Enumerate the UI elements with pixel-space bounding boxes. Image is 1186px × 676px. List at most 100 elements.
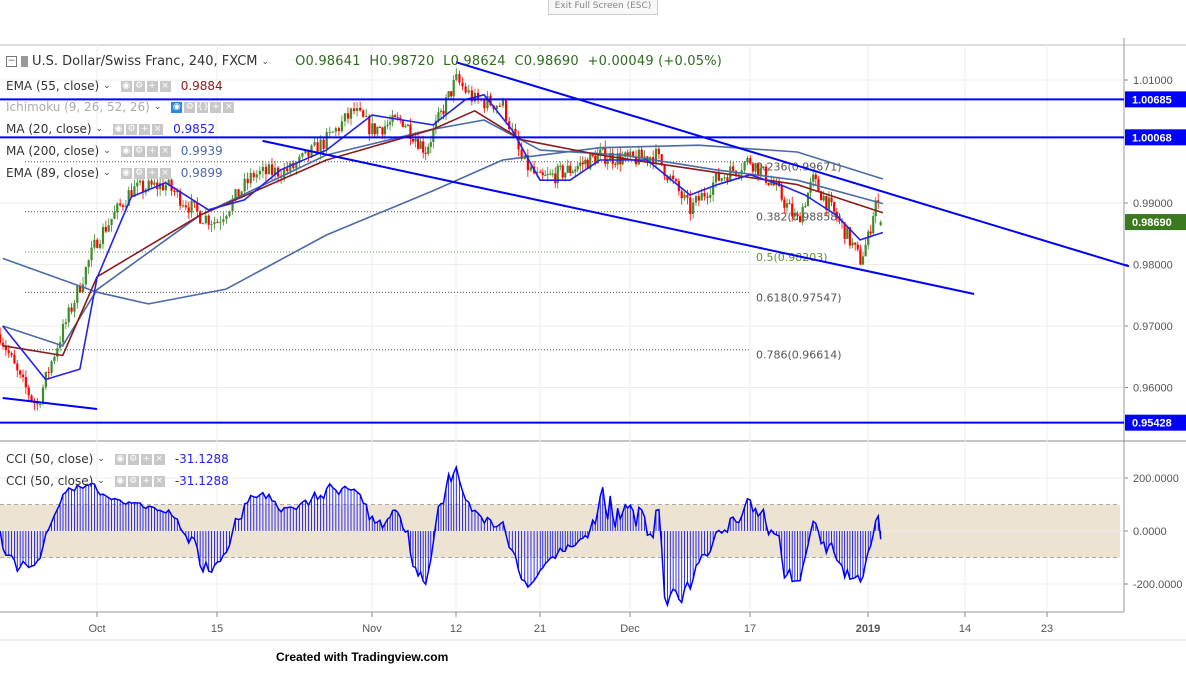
- time-tick-label: 21: [534, 623, 546, 635]
- candle: [349, 108, 353, 119]
- chevron-down-icon[interactable]: ⌄: [103, 168, 111, 178]
- indicator-label[interactable]: CCI (50, close): [6, 452, 93, 466]
- gear-icon[interactable]: ⚙: [126, 123, 138, 135]
- gear-icon[interactable]: ⚙: [184, 101, 196, 113]
- gear-icon[interactable]: ⚙: [133, 145, 145, 157]
- candle: [141, 180, 145, 193]
- indicator-label[interactable]: CCI (50, close): [6, 474, 93, 488]
- candle: [90, 247, 93, 261]
- gear-icon[interactable]: ⚙: [127, 453, 139, 465]
- candle: [717, 172, 720, 181]
- close-icon[interactable]: ×: [223, 101, 235, 113]
- visibility-icon[interactable]: ◉: [120, 145, 132, 157]
- candle: [654, 148, 658, 164]
- visibility-icon[interactable]: ◉: [120, 80, 132, 92]
- indicator-label[interactable]: EMA (89, close): [6, 166, 99, 180]
- candle: [356, 107, 359, 112]
- close-icon[interactable]: ×: [153, 475, 165, 487]
- candle: [343, 113, 347, 122]
- chevron-down-icon[interactable]: ⌄: [97, 476, 105, 486]
- gear-icon[interactable]: ⚙: [133, 167, 145, 179]
- plus-icon[interactable]: +: [139, 123, 151, 135]
- candle: [869, 231, 872, 234]
- candle: [365, 116, 368, 118]
- source-code-icon[interactable]: {}: [197, 101, 209, 113]
- candle: [564, 172, 567, 178]
- close-icon[interactable]: ×: [152, 123, 164, 135]
- collapse-icon[interactable]: −: [6, 56, 17, 67]
- candle: [559, 165, 562, 167]
- candle: [461, 82, 464, 87]
- candle: [798, 216, 802, 223]
- candle: [376, 127, 379, 135]
- visibility-icon[interactable]: ◉: [114, 475, 126, 487]
- candle: [751, 163, 754, 172]
- indicator-label[interactable]: EMA (55, close): [6, 79, 99, 93]
- plus-icon[interactable]: +: [210, 101, 222, 113]
- candle: [416, 138, 420, 149]
- candle: [39, 403, 42, 405]
- candle: [84, 267, 87, 285]
- candle: [340, 121, 344, 132]
- candle: [47, 371, 50, 373]
- candle: [225, 215, 228, 220]
- visibility-icon[interactable]: ◉: [120, 167, 132, 179]
- candle: [113, 212, 116, 219]
- candle: [541, 172, 544, 176]
- plus-icon[interactable]: +: [140, 453, 152, 465]
- visibility-icon[interactable]: ◉: [113, 123, 125, 135]
- exit-fullscreen-button[interactable]: Exit Full Screen (ESC): [548, 0, 658, 15]
- chevron-down-icon[interactable]: ⌄: [103, 146, 111, 156]
- fib-level-label: 0.5(0.98203): [756, 251, 828, 264]
- close-icon[interactable]: ×: [159, 167, 171, 179]
- candle: [706, 196, 709, 198]
- candle: [546, 173, 549, 176]
- candle: [419, 141, 422, 149]
- candle: [614, 163, 617, 165]
- candle: [452, 79, 455, 97]
- close-icon[interactable]: ×: [159, 80, 171, 92]
- close-icon[interactable]: ×: [159, 145, 171, 157]
- plus-icon[interactable]: +: [140, 475, 152, 487]
- candle: [833, 202, 836, 212]
- symbol-title[interactable]: U.S. Dollar/Swiss Franc, 240, FXCM: [32, 54, 258, 69]
- indicator-value: -31.1288: [174, 474, 229, 488]
- plus-icon[interactable]: +: [146, 80, 158, 92]
- candle: [581, 162, 584, 165]
- indicator-label[interactable]: MA (200, close): [6, 144, 99, 158]
- gear-icon[interactable]: ⚙: [127, 475, 139, 487]
- candle: [383, 126, 387, 135]
- visibility-icon[interactable]: ◉: [114, 453, 126, 465]
- gear-icon[interactable]: ⚙: [133, 80, 145, 92]
- candle: [41, 387, 45, 404]
- chevron-down-icon[interactable]: ⌄: [97, 454, 105, 464]
- chevron-down-icon[interactable]: ⌄: [103, 81, 111, 91]
- candle: [856, 244, 859, 250]
- candle: [822, 195, 825, 201]
- plus-icon[interactable]: +: [146, 167, 158, 179]
- candle: [164, 184, 167, 191]
- symbol-color-icon: [21, 56, 28, 67]
- candle: [286, 168, 289, 172]
- candle: [10, 353, 13, 356]
- chevron-down-icon[interactable]: ⌄: [262, 57, 270, 67]
- plus-icon[interactable]: +: [146, 145, 158, 157]
- candle: [439, 110, 443, 113]
- candle: [447, 91, 450, 98]
- indicator-label[interactable]: Ichimoku (9, 26, 52, 26): [6, 100, 150, 114]
- candle: [806, 192, 810, 207]
- candle: [529, 166, 533, 171]
- candle: [804, 206, 807, 208]
- candle: [566, 165, 569, 173]
- candle: [851, 242, 854, 246]
- symbol-legend: − U.S. Dollar/Swiss Franc, 240, FXCM ⌄ O…: [6, 54, 722, 69]
- indicator-label[interactable]: MA (20, close): [6, 122, 92, 136]
- candle: [388, 122, 392, 125]
- indicator-value: 0.9899: [180, 166, 223, 180]
- close-icon[interactable]: ×: [153, 453, 165, 465]
- chevron-down-icon[interactable]: ⌄: [96, 124, 104, 134]
- visibility-icon[interactable]: ◉: [171, 101, 183, 113]
- candle: [674, 179, 678, 182]
- chevron-down-icon[interactable]: ⌄: [154, 102, 162, 112]
- candle: [692, 202, 695, 214]
